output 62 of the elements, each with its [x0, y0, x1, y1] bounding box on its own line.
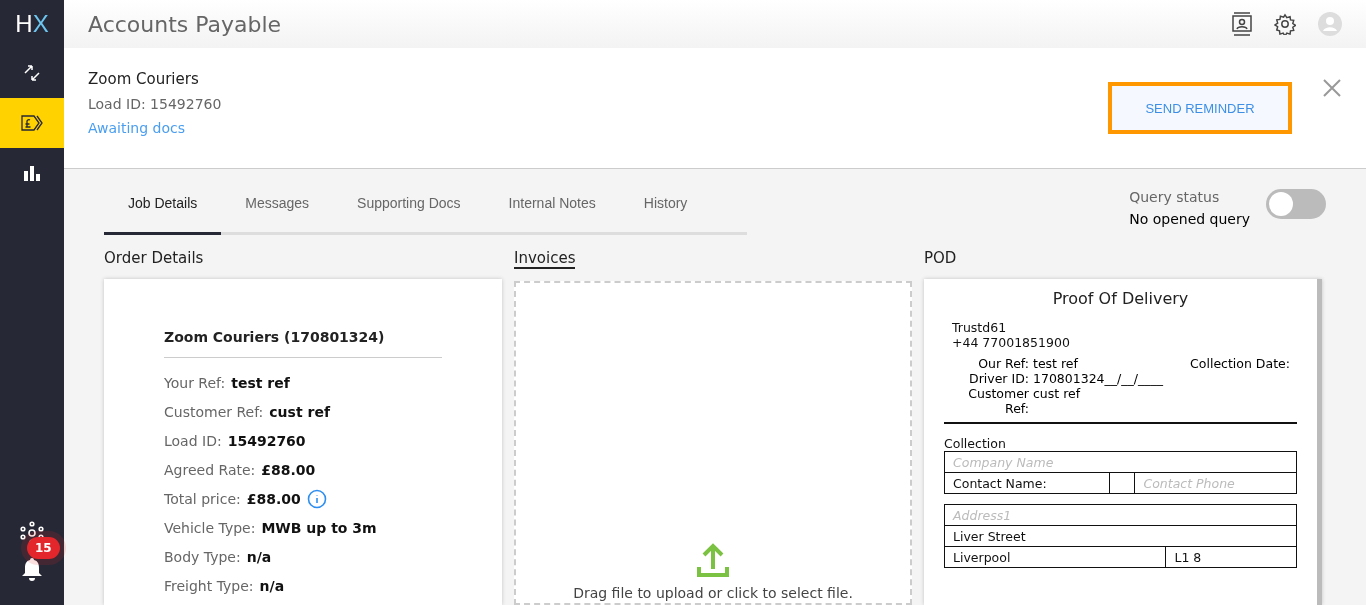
order-title: Zoom Couriers (170801324) [164, 329, 442, 358]
tab[interactable]: Supporting Docs [333, 183, 485, 235]
collection-date-label: Collection Date: [1190, 356, 1291, 371]
tab[interactable]: Internal Notes [484, 183, 620, 235]
query-label: Query status [1129, 189, 1221, 205]
notification-badge: 15 [27, 537, 60, 559]
company-name: Zoom Couriers [88, 70, 200, 88]
pod-title: Proof Of Delivery [1051, 289, 1190, 308]
form-cell: Liverpool [944, 546, 1166, 568]
bell-icon[interactable] [21, 557, 43, 581]
form-cell: L1 8 [1165, 546, 1297, 568]
query-toggle[interactable] [1266, 189, 1326, 219]
close-icon[interactable] [1322, 78, 1342, 98]
section-label: Collection [944, 436, 1007, 451]
logo: HX [15, 9, 49, 39]
tab[interactable]: Job Details [104, 183, 222, 235]
arrows-icon [23, 64, 41, 82]
ref-label: Driver ID: [968, 371, 1029, 386]
field-label: Freight Type: [164, 577, 254, 594]
status-link[interactable]: Awaiting docs [88, 120, 1108, 136]
field-value: £88.00 [261, 461, 316, 478]
field-value: cust ref [269, 403, 330, 420]
field-value: n/a [259, 577, 285, 594]
info-icon[interactable] [306, 488, 327, 509]
dropzone-text: Drag file to upload or click to select file. [573, 585, 853, 601]
field-value: 15492760 [227, 432, 306, 449]
page-title: Accounts Payable [88, 11, 283, 37]
field-label: Total price: [164, 490, 241, 507]
upload-icon [697, 543, 729, 577]
field-value: n/a [246, 548, 272, 565]
field-value: test ref [231, 374, 290, 391]
ref-value: cust ref [1033, 386, 1082, 403]
pod-phone: +44 77001851900 [952, 335, 1071, 350]
ref-label: Customer Ref: [967, 386, 1029, 416]
section-heading: Order Details [104, 249, 204, 267]
field-label: Body Type: [164, 548, 241, 565]
form-cell: Contact Name: [944, 472, 1110, 494]
ref-label: Our Ref: [977, 356, 1029, 371]
pound-tag-icon [21, 114, 43, 132]
bar-chart-icon [23, 165, 41, 181]
form-cell: Liver Street [944, 525, 1297, 547]
tab[interactable]: Messages [221, 183, 334, 235]
field-value: £88.00 [246, 490, 301, 507]
tab[interactable]: History [619, 183, 712, 235]
settings-icon[interactable] [1274, 13, 1296, 35]
date-blank: __/__/____ [1104, 371, 1163, 386]
field-label: Customer Ref: [164, 403, 264, 420]
query-value: No opened query [1129, 211, 1250, 227]
contact-card-icon[interactable] [1232, 12, 1252, 36]
upload-dropzone[interactable]: Drag file to upload or click to select file. [514, 281, 912, 605]
ref-value: 170801324__/__/____ [1033, 371, 1164, 386]
ref-value: test ref [1033, 356, 1079, 371]
field-label: Load ID: [164, 432, 222, 449]
field-value: MWB up to 3m [261, 519, 377, 536]
section-heading: Invoices [514, 249, 576, 269]
pod-name: Trustd61 [952, 320, 1008, 335]
field-label: Your Ref: [164, 374, 226, 391]
section-heading: POD [924, 249, 957, 267]
load-id: Load ID: 15492760 [88, 96, 223, 112]
field-label: Vehicle Type: [164, 519, 256, 536]
field-label: Agreed Rate: [164, 461, 256, 478]
send-reminder-button[interactable]: SEND REMINDER [1108, 82, 1292, 134]
